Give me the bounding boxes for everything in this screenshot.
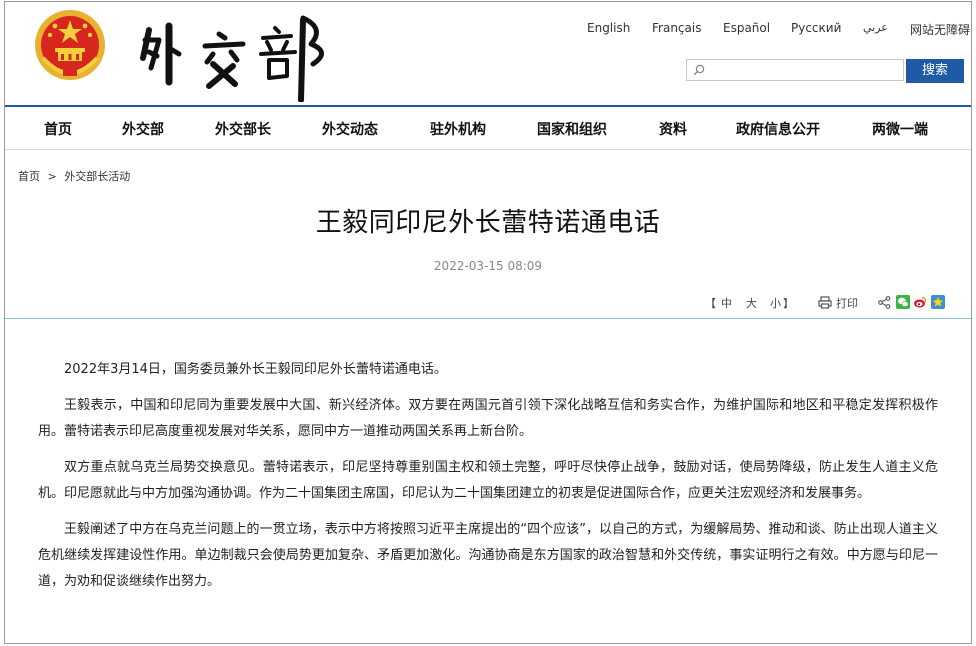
search-icon (693, 64, 705, 76)
font-size-bracket-open: 【 (705, 297, 716, 310)
share-icon[interactable] (878, 296, 891, 309)
print-button[interactable]: 打印 (836, 295, 858, 311)
article-title: 王毅同印尼外长蕾特诺通电话 (315, 208, 661, 238)
national-emblem-logo (35, 10, 105, 80)
language-link-spanish[interactable]: Español (723, 21, 770, 35)
font-size-small-button[interactable]: 小 (770, 295, 781, 311)
font-size-bracket-close: 】 (783, 297, 794, 310)
article-paragraph: 王毅表示，中国和印尼同为重要发展中大国、新兴经济体。双方要在两国元首引领下深化战… (38, 398, 938, 439)
main-nav: 首页 外交部 外交部长 外交动态 驻外机构 国家和组织 资料 政府信息公开 两微… (5, 112, 971, 142)
nav-item-resources[interactable]: 资料 (659, 119, 687, 139)
language-bar: English Français Español Русский عربي 网站… (5, 21, 971, 37)
nav-item-diplomatic-news[interactable]: 外交动态 (322, 119, 378, 139)
tools-rule (5, 318, 971, 319)
nav-top-rule (5, 105, 971, 107)
weibo-icon[interactable] (913, 295, 927, 309)
search-button[interactable]: 搜索 (906, 59, 964, 83)
nav-bottom-rule (5, 149, 971, 150)
page-frame: English Français Español Русский عربي 网站… (4, 1, 972, 644)
print-icon[interactable] (818, 296, 832, 309)
breadcrumb: 首页 > 外交部长活动 (18, 168, 130, 184)
breadcrumb-separator: > (47, 170, 57, 183)
article-paragraph: 2022年3月14日，国务委员兼外长王毅同印尼外长蕾特诺通电话。 (64, 362, 447, 377)
nav-item-social-media[interactable]: 两微一端 (872, 119, 928, 139)
nav-item-government-info[interactable]: 政府信息公开 (736, 119, 820, 139)
article-paragraph: 双方重点就乌克兰局势交换意见。蕾特诺表示，印尼坚持尊重别国主权和领土完整，呼吁尽… (38, 460, 938, 501)
article-body: 2022年3月14日，国务委员兼外长王毅同印尼外长蕾特诺通电话。 王毅表示，中国… (38, 357, 938, 605)
nav-item-countries-organizations[interactable]: 国家和组织 (537, 119, 607, 139)
language-link-english[interactable]: English (587, 21, 630, 35)
qzone-icon[interactable] (931, 295, 945, 309)
font-size-medium-button[interactable]: 中 (721, 295, 732, 311)
breadcrumb-section-link[interactable]: 外交部长活动 (64, 168, 130, 184)
nav-item-ministry[interactable]: 外交部 (122, 119, 164, 139)
language-link-french[interactable]: Français (652, 21, 701, 35)
language-link-arabic[interactable]: عربي (863, 21, 888, 34)
wechat-icon[interactable] (896, 295, 910, 309)
nav-item-minister[interactable]: 外交部长 (215, 119, 271, 139)
article-paragraph: 王毅阐述了中方在乌克兰问题上的一贯立场，表示中方将按照习近平主席提出的“四个应该… (38, 522, 938, 589)
search-input[interactable] (686, 59, 904, 81)
nav-item-home[interactable]: 首页 (44, 119, 72, 139)
font-size-large-button[interactable]: 大 (746, 295, 757, 311)
language-link-russian[interactable]: Русский (791, 21, 841, 35)
accessibility-link[interactable]: 网站无障碍 (910, 21, 970, 38)
article-tools: 【 中 大 小 】 打印 (5, 295, 971, 313)
article-date: 2022-03-15 08:09 (433, 259, 543, 273)
breadcrumb-home-link[interactable]: 首页 (18, 168, 40, 184)
nav-item-missions-abroad[interactable]: 驻外机构 (430, 119, 486, 139)
